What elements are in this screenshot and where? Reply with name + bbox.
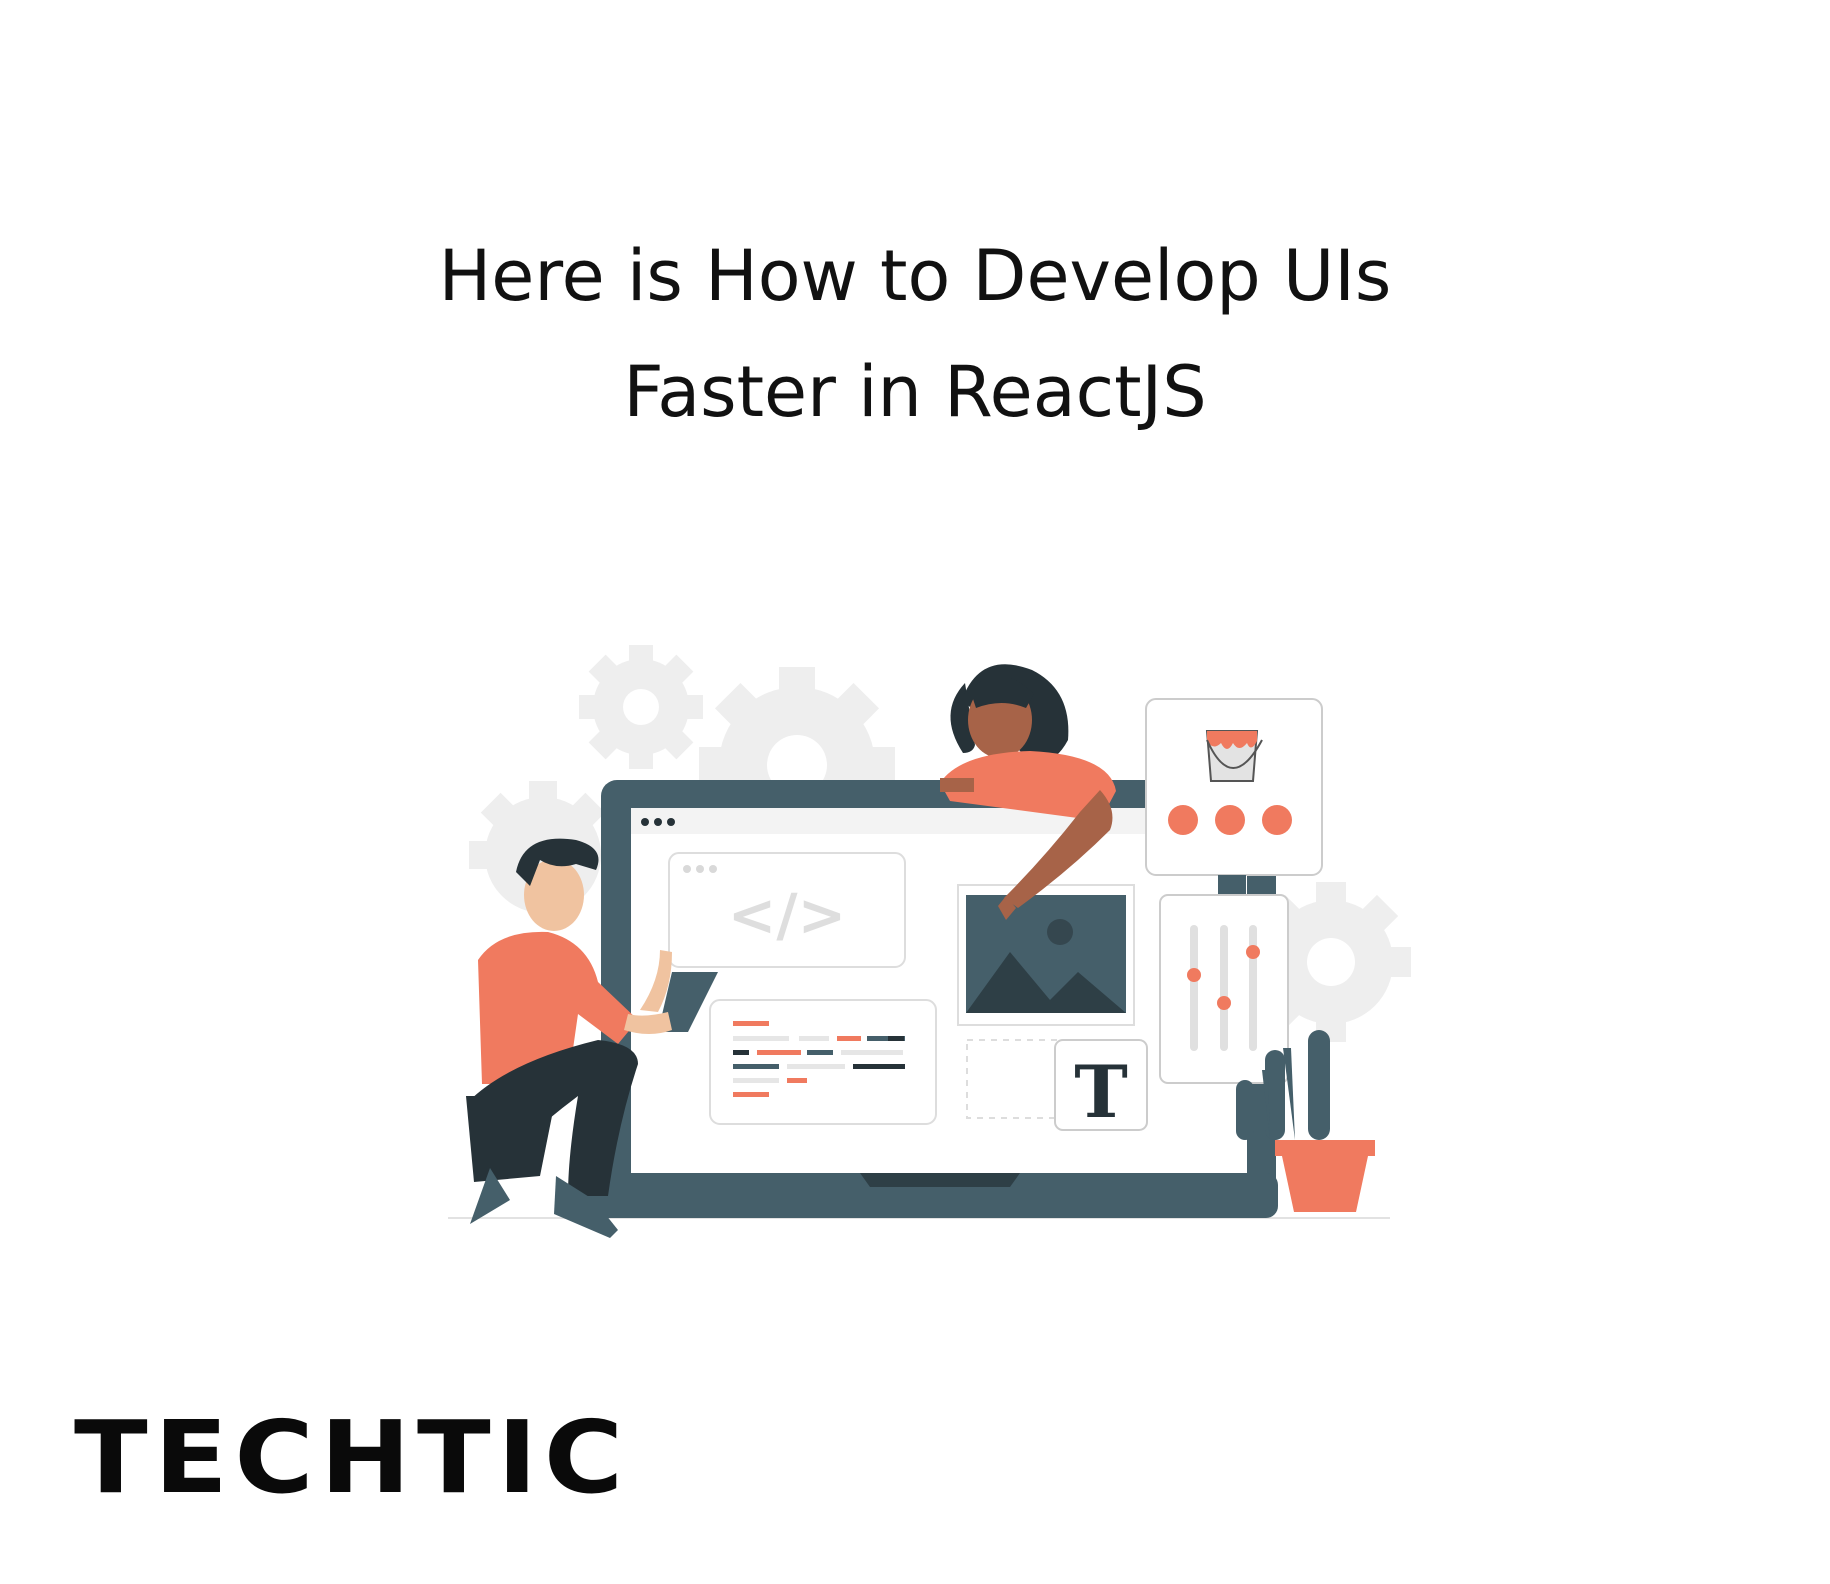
color-swatch-1 <box>1168 805 1198 835</box>
code-window: </> <box>668 852 906 968</box>
sun-icon <box>1047 919 1073 945</box>
color-swatch-2 <box>1215 805 1245 835</box>
color-palette-card <box>1145 698 1323 876</box>
slider-knob-3 <box>1246 945 1260 959</box>
text-tool-card: T <box>1054 1039 1148 1134</box>
code-symbol-icon: </> <box>728 881 846 949</box>
color-swatch-3 <box>1262 805 1292 835</box>
image-placeholder-card <box>957 884 1135 1026</box>
card-connector <box>1218 875 1246 895</box>
gear-icon-small <box>579 645 703 769</box>
text-tool-icon: T <box>1074 1049 1128 1134</box>
slider-knob-2 <box>1217 996 1231 1010</box>
code-lines-card <box>709 999 937 1125</box>
techtic-logo: TECHTIC <box>74 1399 630 1516</box>
developers-illustration: </> T <box>448 645 1411 1238</box>
slider-knob-1 <box>1187 968 1201 982</box>
